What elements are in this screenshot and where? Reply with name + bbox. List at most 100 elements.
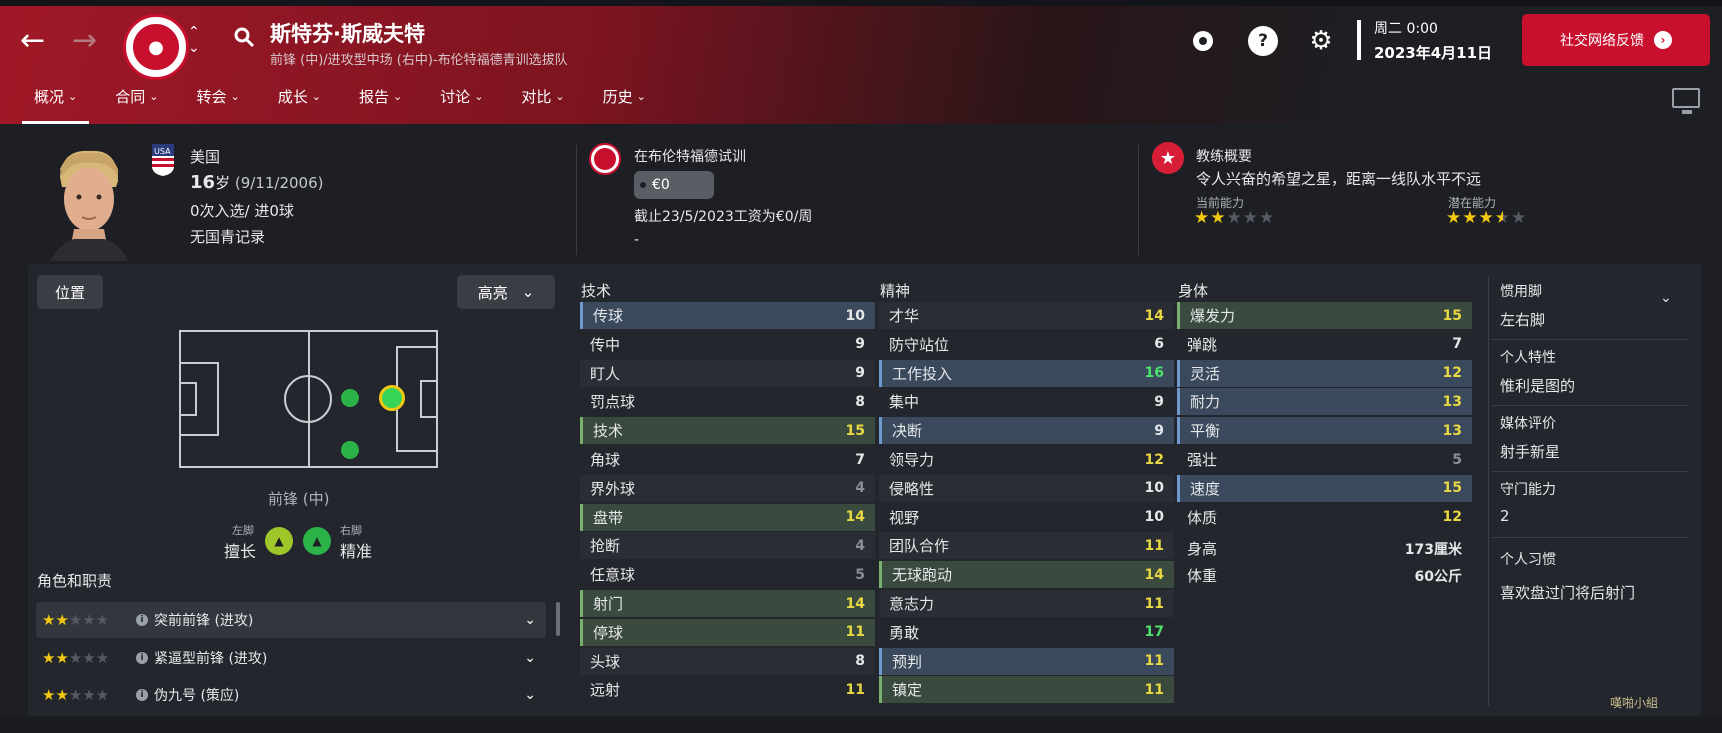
info-icon[interactable]: i (136, 614, 148, 626)
club-crest[interactable]: ● (123, 14, 189, 80)
attribute-name: 传球 (593, 307, 624, 325)
physical-attribute-row[interactable]: 爆发力 15 (1177, 302, 1472, 329)
mental-attribute-row[interactable]: 集中 9 (879, 388, 1174, 416)
attribute-value: 11 (845, 624, 865, 641)
caps-goals: 0次入选/ 进0球 (190, 202, 294, 220)
ball-icon[interactable] (1188, 26, 1218, 56)
physical-attribute-row[interactable]: 灵活 12 (1177, 359, 1472, 387)
chevron-down-icon[interactable]: ⌄ (1660, 290, 1672, 306)
mental-attribute-row[interactable]: 工作投入 16 (879, 359, 1174, 387)
chevron-down-icon: ⌄ (474, 90, 484, 103)
mental-attribute-row[interactable]: 决断 9 (879, 417, 1174, 445)
mental-attribute-row[interactable]: 团队合作 11 (879, 532, 1174, 560)
info-icon[interactable]: i (136, 652, 148, 664)
tab-development[interactable]: 成长 ⌄ (266, 86, 333, 124)
role-row[interactable]: ★★★★★ i 伪九号 (策应) ⌄ (36, 677, 546, 713)
player-subtitle: 前锋 (中)/进攻型中场 (右中)-布伦特福德青训选拔队 (270, 53, 568, 68)
search-icon[interactable] (233, 26, 255, 48)
mental-attribute-row[interactable]: 镇定 11 (879, 676, 1174, 704)
physical-title: 身体 (1178, 282, 1209, 300)
tab-history[interactable]: 历史 ⌄ (591, 86, 658, 124)
forward-arrow-icon[interactable]: → (72, 26, 97, 56)
position-dot (341, 389, 359, 407)
foot-value: 左右脚 (1500, 311, 1546, 329)
highlight-dropdown[interactable]: 高亮 ⌄ (457, 275, 555, 309)
technical-attribute-row[interactable]: 界外球 4 (580, 474, 875, 502)
nationality: 美国 (190, 148, 221, 166)
media-label: 媒体评价 (1500, 416, 1556, 432)
attribute-value: 15 (1442, 480, 1462, 497)
tab-label: 转会 (196, 88, 227, 106)
help-icon[interactable]: ? (1248, 26, 1278, 56)
tab-contract[interactable]: 合同 ⌄ (103, 86, 170, 124)
back-arrow-icon[interactable]: ← (20, 26, 45, 56)
tab-compare[interactable]: 对比 ⌄ (509, 86, 576, 124)
chevron-down-icon[interactable]: ⌄ (188, 40, 200, 56)
tab-overview[interactable]: 概况 ⌄ (22, 86, 90, 124)
technical-attribute-row[interactable]: 抢断 4 (580, 532, 875, 560)
technical-attribute-row[interactable]: 任意球 5 (580, 561, 875, 589)
physical-attribute-row[interactable]: 耐力 13 (1177, 388, 1472, 416)
right-foot-value: 精准 (340, 542, 373, 561)
club-crest-small[interactable] (589, 143, 621, 175)
chevron-down-icon[interactable]: ⌄ (524, 687, 536, 703)
mental-attribute-row[interactable]: 勇敢 17 (879, 618, 1174, 646)
usa-flag-icon: USA (152, 144, 174, 176)
info-icon[interactable]: i (136, 689, 148, 701)
mental-attribute-row[interactable]: 侵略性 10 (879, 474, 1174, 502)
attribute-value: 14 (1144, 566, 1164, 583)
technical-attribute-row[interactable]: 盯人 9 (580, 359, 875, 387)
role-row[interactable]: ★★★★★ i 紧逼型前锋 (进攻) ⌄ (36, 640, 546, 676)
chevron-down-icon[interactable]: ⌄ (524, 650, 536, 666)
tab-transfer[interactable]: 转会 ⌄ (184, 86, 251, 124)
weight-value: 60公斤 (1414, 568, 1462, 585)
position-button[interactable]: 位置 (37, 275, 103, 309)
attribute-value: 14 (845, 509, 865, 526)
divider (1492, 339, 1688, 340)
trait-value: 惟利是图的 (1500, 377, 1576, 395)
role-row[interactable]: ★★★★★ i 突前前锋 (进攻) ⌄ (36, 602, 546, 638)
attribute-name: 射门 (593, 595, 624, 613)
mental-attribute-row[interactable]: 才华 14 (879, 302, 1174, 329)
technical-attribute-row[interactable]: 射门 14 (580, 590, 875, 617)
technical-attribute-row[interactable]: 头球 8 (580, 647, 875, 675)
technical-attribute-row[interactable]: 角球 7 (580, 446, 875, 473)
technical-attribute-row[interactable]: 远射 11 (580, 676, 875, 704)
mental-attribute-row[interactable]: 防守站位 6 (879, 330, 1174, 358)
mental-attribute-row[interactable]: 预判 11 (879, 647, 1174, 675)
mental-attribute-row[interactable]: 无球跑动 14 (879, 561, 1174, 589)
attribute-value: 17 (1144, 624, 1164, 641)
mental-attribute-row[interactable]: 视野 10 (879, 503, 1174, 531)
attribute-name: 视野 (889, 508, 920, 527)
tab-reports[interactable]: 报告 ⌄ (347, 86, 414, 124)
attribute-name: 弹跳 (1187, 335, 1218, 354)
attribute-value: 13 (1442, 393, 1462, 410)
physical-attribute-row[interactable]: 速度 15 (1177, 474, 1472, 502)
chevron-up-icon[interactable]: ⌃ (188, 24, 200, 40)
physical-attribute-row[interactable]: 弹跳 7 (1177, 330, 1472, 358)
tab-discuss[interactable]: 讨论 ⌄ (428, 86, 495, 124)
roles-scrollbar[interactable] (556, 602, 560, 636)
physical-attribute-row[interactable]: 平衡 13 (1177, 417, 1472, 445)
tab-label: 历史 (602, 88, 633, 106)
game-day: 周二 0:00 (1374, 21, 1438, 37)
technical-attribute-row[interactable]: 传球 10 (580, 302, 875, 329)
social-feedback-button[interactable]: 社交网络反馈 › (1522, 14, 1710, 66)
attribute-name: 工作投入 (892, 364, 953, 383)
physical-attribute-row[interactable]: 强壮 5 (1177, 446, 1472, 473)
technical-attribute-row[interactable]: 停球 11 (580, 618, 875, 646)
gear-icon[interactable]: ⚙ (1306, 26, 1336, 56)
chevron-down-icon[interactable]: ⌄ (524, 612, 536, 628)
attribute-name: 防守站位 (889, 335, 950, 354)
technical-attribute-row[interactable]: 传中 9 (580, 330, 875, 358)
attribute-name: 集中 (889, 393, 920, 412)
technical-attribute-row[interactable]: 技术 15 (580, 417, 875, 445)
mental-attribute-row[interactable]: 领导力 12 (879, 446, 1174, 473)
mental-attribute-row[interactable]: 意志力 11 (879, 590, 1174, 617)
attribute-name: 体质 (1187, 508, 1218, 527)
habit-value: 喜欢盘过门将后射门 (1500, 584, 1636, 602)
monitor-icon[interactable] (1672, 88, 1700, 114)
technical-attribute-row[interactable]: 罚点球 8 (580, 388, 875, 416)
physical-attribute-row[interactable]: 体质 12 (1177, 503, 1472, 531)
technical-attribute-row[interactable]: 盘带 14 (580, 503, 875, 531)
